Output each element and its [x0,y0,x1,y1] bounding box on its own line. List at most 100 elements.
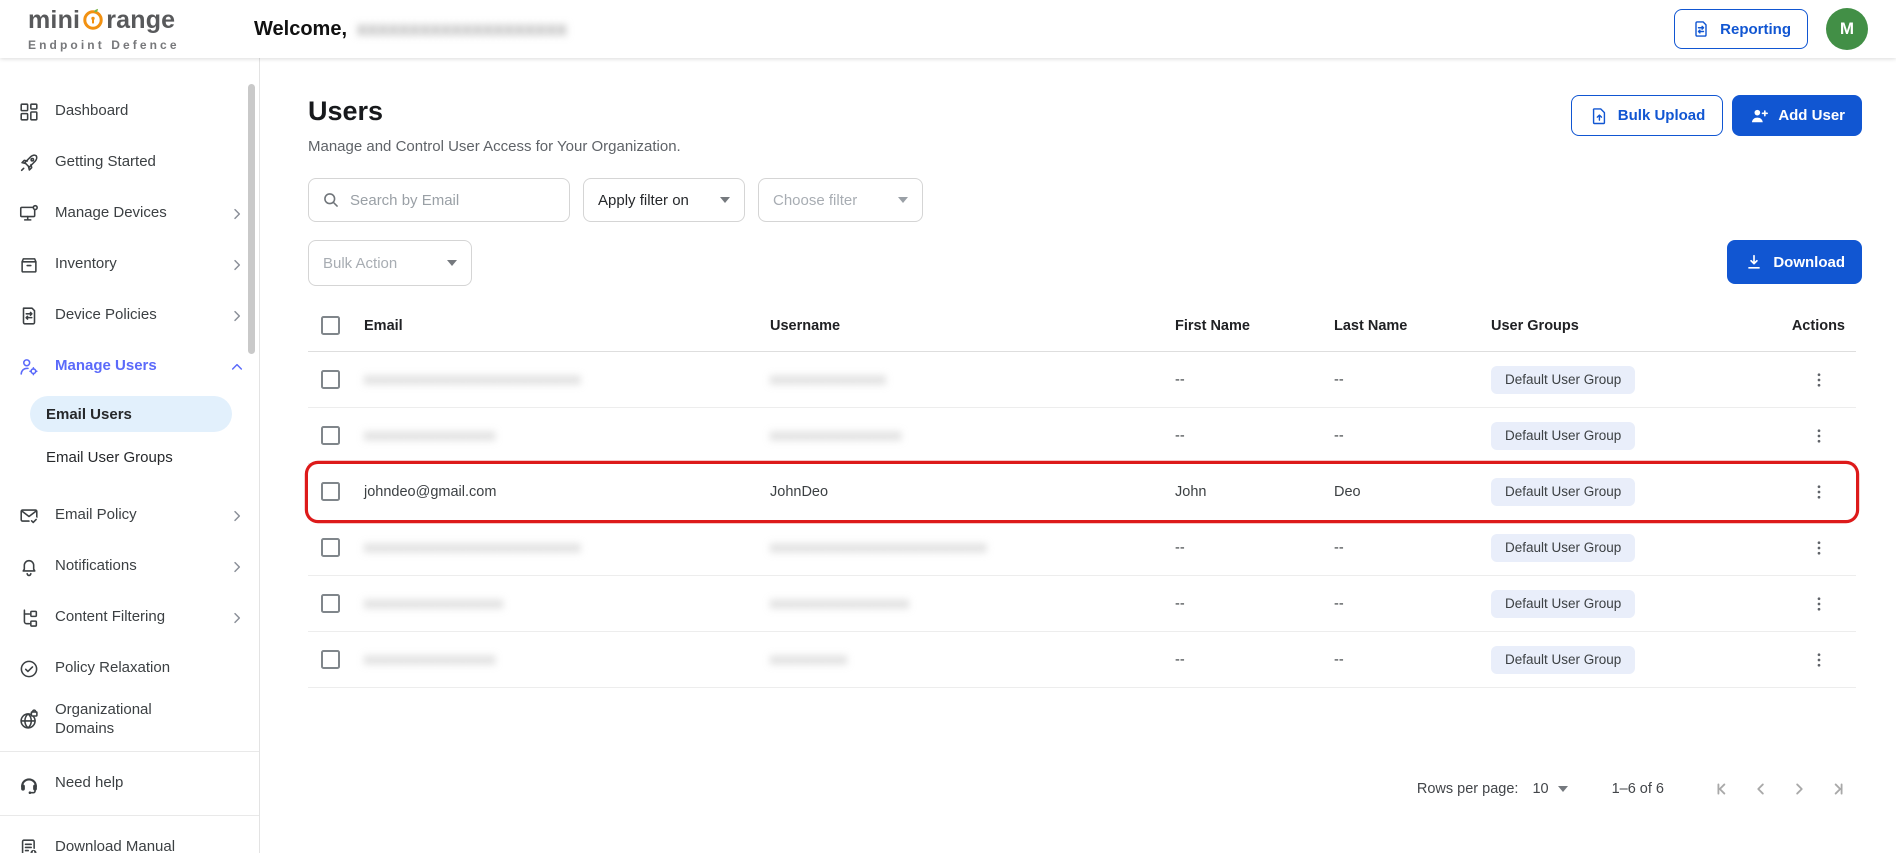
first-name-cell: -- [1175,427,1185,444]
chevron-down-icon [447,260,457,266]
dashboard-icon [18,101,40,123]
sidebar-item-email-policy[interactable]: Email Policy [0,490,259,541]
sidebar-item-organizational-domains[interactable]: Organizational Domains [0,694,259,745]
sidebar-item-download-manual[interactable]: Download Manual [0,822,259,853]
content-filter-icon [18,607,40,629]
download-icon [1744,252,1764,272]
column-header-last-name: Last Name [1334,317,1408,334]
table-row-highlighted: johndeo@gmail.com JohnDeo John Deo Default U… [308,464,1856,520]
user-group-chip: Default User Group [1491,589,1636,618]
sidebar-nav: Dashboard Getting Started Manage Devices In… [0,58,260,853]
sidebar-item-getting-started[interactable]: Getting Started [0,137,259,188]
row-actions-kebab-icon[interactable] [1806,647,1832,673]
row-actions-kebab-icon[interactable] [1806,535,1832,561]
chevron-right-icon [229,610,245,626]
sidebar-divider [0,751,259,752]
sidebar-scrollbar[interactable] [248,84,255,354]
user-group-chip: Default User Group [1491,533,1636,562]
username-cell: xxxxxxxxxxxxxxxxxxxxxxxxxxxx [770,539,987,556]
sidebar-item-content-filtering[interactable]: Content Filtering [0,592,259,643]
column-header-username: Username [770,317,841,334]
bulk-upload-button[interactable]: Bulk Upload [1570,95,1724,136]
add-user-button[interactable]: Add User [1732,95,1862,136]
chevron-right-icon [229,308,245,324]
sidebar-item-manage-users[interactable]: Manage Users [0,341,259,392]
select-all-checkbox[interactable] [321,316,340,335]
person-add-icon [1749,106,1769,126]
row-actions-kebab-icon[interactable] [1806,367,1832,393]
last-name-cell: -- [1334,427,1344,444]
row-checkbox[interactable] [321,594,340,613]
last-name-cell: -- [1334,371,1344,388]
row-checkbox[interactable] [321,482,340,501]
sidebar-item-device-policies[interactable]: Device Policies [0,290,259,341]
email-cell: xxxxxxxxxxxxxxxxxxxxxxxxxxxx [364,539,581,556]
row-checkbox[interactable] [321,370,340,389]
apply-filter-label: Apply filter on [598,191,689,209]
row-actions-kebab-icon[interactable] [1806,591,1832,617]
bulk-action-dropdown[interactable]: Bulk Action [308,240,472,286]
first-page-icon[interactable] [1704,770,1742,808]
inventory-box-icon [18,254,40,276]
bell-icon [18,556,40,578]
sidebar-item-label: Download Manual [55,838,176,853]
table-row: xxxxxxxxxxxxxxxxxxxxxxxxxxxx xxxxxxxxxxxx… [308,520,1856,576]
reporting-button[interactable]: Reporting [1674,9,1808,49]
first-name-cell: -- [1175,595,1185,612]
last-name-cell: -- [1334,595,1344,612]
user-avatar[interactable]: M [1826,8,1868,50]
logo-text-right: range [106,6,176,34]
sidebar-item-inventory[interactable]: Inventory [0,239,259,290]
row-checkbox[interactable] [321,538,340,557]
rows-per-page-value: 10 [1532,781,1549,797]
brand-tagline: Endpoint Defence [28,37,180,52]
download-label: Download [1773,253,1845,271]
row-actions-kebab-icon[interactable] [1806,479,1832,505]
row-actions-kebab-icon[interactable] [1806,423,1832,449]
sidebar-item-manage-devices[interactable]: Manage Devices [0,188,259,239]
sidebar-item-label: Device Policies [55,306,157,324]
sidebar-item-dashboard[interactable]: Dashboard [0,86,259,137]
sidebar-item-need-help[interactable]: Need help [0,758,259,809]
rows-per-page-select[interactable]: 10 [1532,781,1568,797]
top-header-bar: mini range Endpoint Defence Welcome, xxx… [0,0,1896,58]
user-group-chip: Default User Group [1491,421,1636,450]
choose-filter-dropdown[interactable]: Choose filter [758,178,923,222]
column-header-first-name: First Name [1175,317,1250,334]
chevron-up-icon [229,359,245,375]
check-circle-icon [18,658,40,680]
username-cell: xxxxxxxxxx [770,651,848,668]
table-row: xxxxxxxxxxxxxxxxx xxxxxxxxxx -- -- Default U… [308,632,1856,688]
username-cell: xxxxxxxxxxxxxxxxx [770,427,902,444]
rocket-icon [18,152,40,174]
file-upload-icon [1589,106,1609,126]
next-page-icon[interactable] [1780,770,1818,808]
sidebar-subitem-email-users[interactable]: Email Users [30,396,232,432]
row-checkbox[interactable] [321,650,340,669]
pagination-bar: Rows per page: 10 1–6 of 6 [1417,770,1856,808]
sidebar-subitem-email-user-groups[interactable]: Email User Groups [30,439,232,475]
username-cell: xxxxxxxxxxxxxxx [770,371,887,388]
previous-page-icon[interactable] [1742,770,1780,808]
sidebar-item-label: Getting Started [55,153,156,171]
download-button[interactable]: Download [1727,240,1862,284]
sidebar-item-label: Need help [55,774,124,792]
page-subtitle: Manage and Control User Access for Your … [308,138,681,155]
bulk-upload-label: Bulk Upload [1617,107,1706,124]
user-group-chip: Default User Group [1491,645,1636,674]
chevron-right-icon [229,508,245,524]
apply-filter-dropdown[interactable]: Apply filter on [583,178,745,222]
users-table: Email Username First Name Last Name User… [308,300,1856,688]
chevron-down-icon [898,197,908,203]
sidebar-item-notifications[interactable]: Notifications [0,541,259,592]
last-page-icon[interactable] [1818,770,1856,808]
report-file-icon [1691,19,1711,39]
search-input[interactable] [350,191,557,209]
username-cell: xxxxxxxxxxxxxxxxxx [770,595,910,612]
first-name-cell: -- [1175,651,1185,668]
manual-download-icon [18,837,40,853]
row-checkbox[interactable] [321,426,340,445]
chevron-right-icon [229,206,245,222]
sidebar-item-policy-relaxation[interactable]: Policy Relaxation [0,643,259,694]
sidebar-item-label: Dashboard [55,102,129,120]
